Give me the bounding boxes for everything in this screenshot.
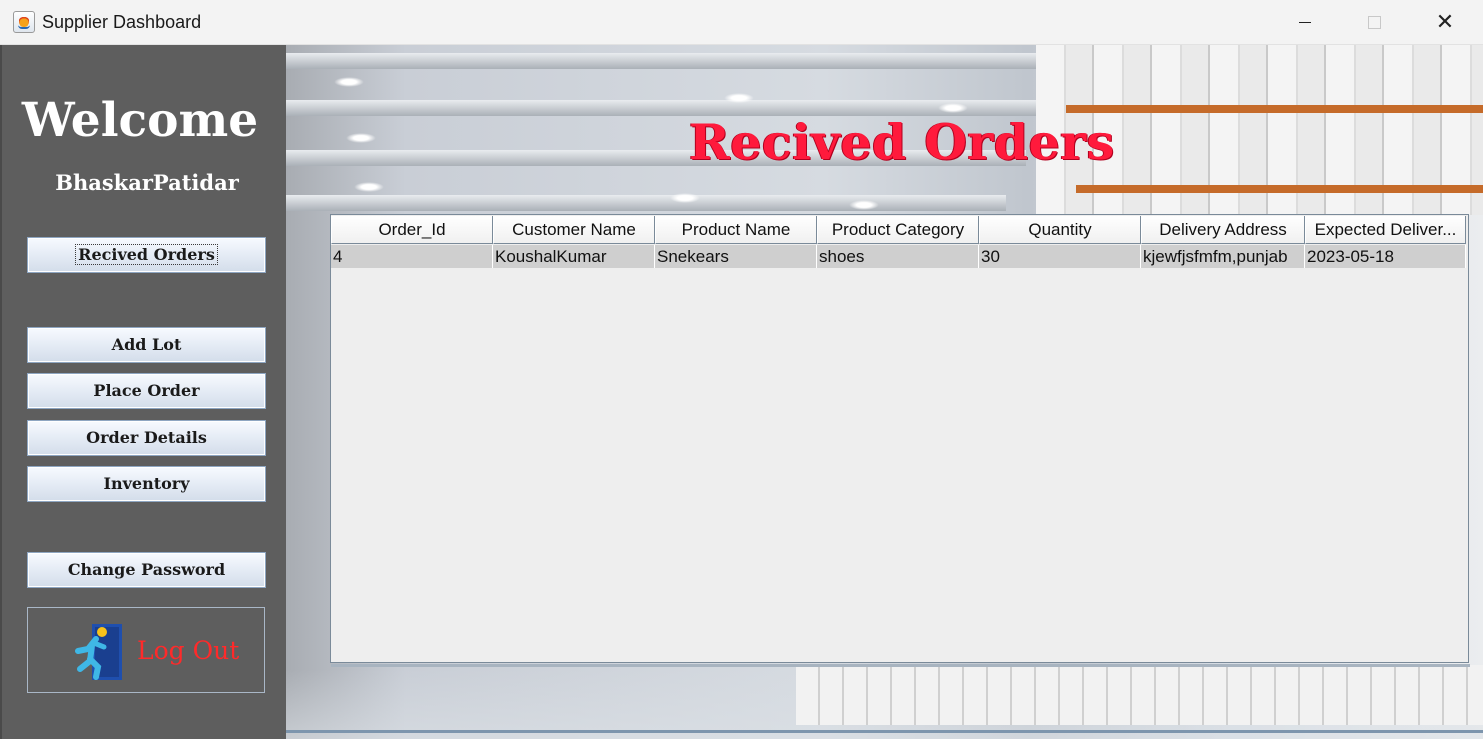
cell-delivery-address: kjewfjsfmfm,punjab xyxy=(1141,245,1305,268)
order-details-button[interactable]: Order Details xyxy=(27,420,266,456)
column-header-quantity[interactable]: Quantity xyxy=(979,216,1141,244)
logout-button[interactable]: Log Out xyxy=(27,607,265,693)
java-cup-icon xyxy=(13,11,35,33)
change-password-button[interactable]: Change Password xyxy=(27,552,266,588)
welcome-heading: Welcome xyxy=(21,93,259,148)
cell-product-name: Snekears xyxy=(655,245,817,268)
recived-orders-button[interactable]: Recived Orders xyxy=(27,237,266,273)
title-bar: Supplier Dashboard ✕ xyxy=(0,0,1483,45)
page-title: Recived Orders xyxy=(689,113,1115,171)
close-button[interactable]: ✕ xyxy=(1410,0,1480,45)
column-header-order-id[interactable]: Order_Id xyxy=(331,216,493,244)
cell-product-category: shoes xyxy=(817,245,979,268)
window-title: Supplier Dashboard xyxy=(42,12,202,32)
maximize-icon xyxy=(1368,16,1381,29)
maximize-button[interactable] xyxy=(1340,0,1410,45)
orders-table: Order_Id Customer Name Product Name Prod… xyxy=(330,214,1470,667)
table-bottom-edge xyxy=(331,664,1470,667)
minimize-button[interactable] xyxy=(1270,0,1340,45)
column-header-delivery-address[interactable]: Delivery Address xyxy=(1141,216,1305,244)
cell-order-id: 4 xyxy=(331,245,493,268)
main-content: Recived Orders Order_Id Customer Name Pr… xyxy=(286,45,1483,739)
recived-orders-label: Recived Orders xyxy=(75,244,218,265)
table-header: Order_Id Customer Name Product Name Prod… xyxy=(331,216,1466,244)
inventory-button[interactable]: Inventory xyxy=(27,466,266,502)
minimize-icon xyxy=(1299,22,1311,23)
add-lot-button[interactable]: Add Lot xyxy=(27,327,266,363)
username-label: BhaskarPatidar xyxy=(55,170,239,195)
cell-customer-name: KoushalKumar xyxy=(493,245,655,268)
sidebar: Welcome BhaskarPatidar Recived Orders Ad… xyxy=(0,45,286,739)
cell-expected-delivery: 2023-05-18 xyxy=(1305,245,1466,268)
exit-door-icon xyxy=(75,624,122,680)
logout-label: Log Out xyxy=(137,636,240,665)
column-header-product-category[interactable]: Product Category xyxy=(817,216,979,244)
table-row[interactable]: 4 KoushalKumar Snekears shoes 30 kjewfjs… xyxy=(331,245,1466,268)
column-header-product-name[interactable]: Product Name xyxy=(655,216,817,244)
place-order-button[interactable]: Place Order xyxy=(27,373,266,409)
cell-quantity: 30 xyxy=(979,245,1141,268)
column-header-expected-delivery[interactable]: Expected Deliver... xyxy=(1305,216,1466,244)
column-header-customer-name[interactable]: Customer Name xyxy=(493,216,655,244)
